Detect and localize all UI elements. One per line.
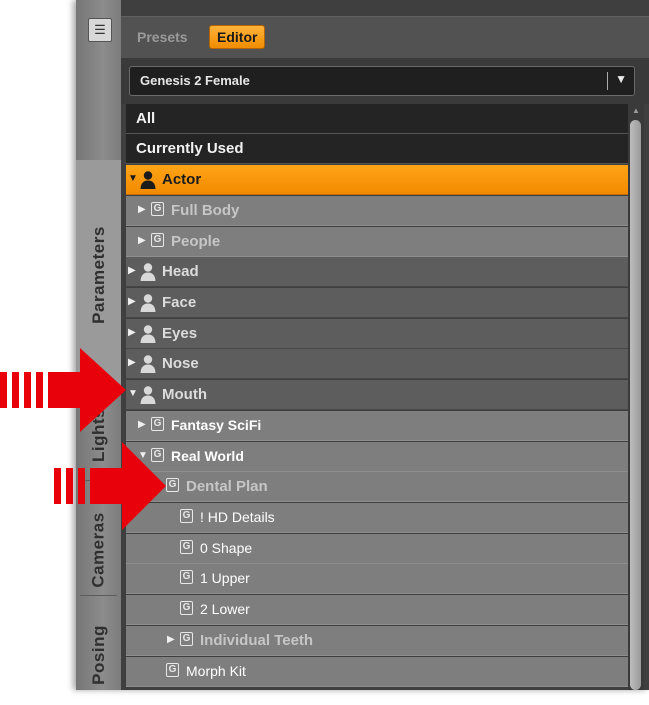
figure-selector-value: Genesis 2 Female (140, 73, 250, 88)
tree-item-individual-teeth[interactable]: ▶ G Individual Teeth (126, 626, 628, 656)
tree-item-label: Currently Used (136, 140, 244, 157)
tree-item-all[interactable]: All (126, 104, 628, 134)
tree-item-head[interactable]: ▶ Head (126, 257, 628, 287)
expand-arrow-icon[interactable]: ▶ (138, 235, 148, 246)
group-icon: G (166, 663, 179, 677)
tree-item-label: Head (162, 263, 199, 280)
tree-item-currently-used[interactable]: Currently Used (126, 134, 628, 164)
tree-item-hd-details[interactable]: G ! HD Details (126, 503, 628, 533)
expand-arrow-icon[interactable]: ▶ (167, 634, 177, 645)
tree-item-2-lower[interactable]: G 2 Lower (126, 595, 628, 625)
figure-icon (140, 294, 156, 312)
expand-arrow-icon[interactable]: ▶ (128, 296, 138, 307)
expand-arrow-icon[interactable]: ▶ (138, 419, 148, 430)
tree-item-1-upper[interactable]: G 1 Upper (126, 564, 628, 594)
pane-menu-icon[interactable]: ☰ (88, 18, 112, 42)
tree-item-0-shape[interactable]: G 0 Shape (126, 534, 628, 564)
group-icon: G (151, 202, 164, 216)
scrollbar-thumb[interactable] (630, 120, 641, 690)
parameters-pane: ☰ Parameters Lights Cameras Posing Prese… (76, 0, 649, 690)
expand-arrow-icon[interactable]: ▶ (138, 204, 148, 215)
selector-bar: Genesis 2 Female ▼ (121, 58, 649, 104)
tree-item-people[interactable]: ▶ G People (126, 227, 628, 257)
tab-editor[interactable]: Editor (209, 25, 266, 49)
tab-posing-label: Posing (88, 625, 108, 685)
tree-item-morph-kit[interactable]: G Morph Kit (126, 657, 628, 687)
tree-scrollbar[interactable]: ▲ (628, 104, 644, 690)
expand-arrow-icon[interactable]: ▶ (128, 327, 138, 338)
scroll-up-icon[interactable]: ▲ (632, 106, 640, 115)
chevron-down-icon[interactable]: ▼ (615, 72, 627, 86)
property-group-tree: All Currently Used ▼ Actor ▶ G Full Body (126, 104, 628, 690)
tree-item-label: 0 Shape (200, 540, 253, 556)
tree-item-dental-plan[interactable]: ▼ G Dental Plan (126, 472, 628, 502)
tree-item-full-body[interactable]: ▶ G Full Body (126, 196, 628, 226)
tree-item-actor[interactable]: ▼ Actor (126, 165, 628, 195)
tree-item-label: Individual Teeth (200, 632, 314, 649)
tree-item-label: 2 Lower (200, 601, 250, 617)
editor-content: Presets Editor Genesis 2 Female ▼ All Cu… (121, 0, 649, 690)
tab-posing[interactable]: Posing (76, 605, 121, 705)
tree-item-label: 1 Upper (200, 570, 250, 586)
figure-icon (140, 325, 156, 343)
tree-item-mouth[interactable]: ▼ Mouth (126, 380, 628, 410)
tree-item-label: Dental Plan (186, 478, 268, 495)
group-icon: G (180, 632, 193, 646)
pane-header: Presets Editor (121, 16, 649, 59)
group-icon: G (180, 509, 193, 523)
tree-item-fantasy-scifi[interactable]: ▶ G Fantasy SciFi (126, 411, 628, 441)
expand-arrow-icon[interactable]: ▶ (128, 265, 138, 276)
tree-item-eyes[interactable]: ▶ Eyes (126, 319, 628, 349)
tab-parameters-label: Parameters (88, 226, 108, 324)
tree-item-label: All (136, 110, 156, 127)
callout-arrow-mouth (0, 348, 126, 432)
tree-item-label: Real World (171, 448, 244, 464)
callout-arrow-dental-plan (54, 442, 166, 530)
tree-item-label: Full Body (171, 202, 240, 219)
figure-selector-dropdown[interactable]: Genesis 2 Female ▼ (129, 66, 635, 96)
group-icon: G (151, 417, 164, 431)
figure-icon (140, 171, 156, 189)
group-icon: G (151, 233, 164, 247)
tree-item-label: Mouth (162, 386, 207, 403)
tree-item-label: People (171, 233, 221, 250)
tree-item-nose[interactable]: ▶ Nose (126, 349, 628, 379)
figure-icon (140, 355, 156, 373)
dropdown-divider (607, 72, 608, 90)
figure-icon (140, 386, 156, 404)
group-icon: G (180, 601, 193, 615)
tree-item-label: Morph Kit (186, 663, 246, 679)
group-icon: G (180, 570, 193, 584)
collapse-arrow-icon[interactable]: ▼ (128, 173, 138, 184)
tree-item-label: Nose (162, 355, 199, 372)
tree-item-label: Fantasy SciFi (171, 417, 262, 433)
tree-item-face[interactable]: ▶ Face (126, 288, 628, 318)
tab-presets[interactable]: Presets (137, 29, 188, 45)
group-icon: G (180, 540, 193, 554)
tree-item-label: Eyes (162, 325, 198, 342)
tree-item-label: Actor (162, 171, 202, 188)
tree-item-label: Face (162, 294, 197, 311)
tree-item-real-world[interactable]: ▼ G Real World (126, 442, 628, 472)
tree-item-label: ! HD Details (200, 509, 275, 525)
figure-icon (140, 263, 156, 281)
tab-divider (80, 595, 117, 596)
